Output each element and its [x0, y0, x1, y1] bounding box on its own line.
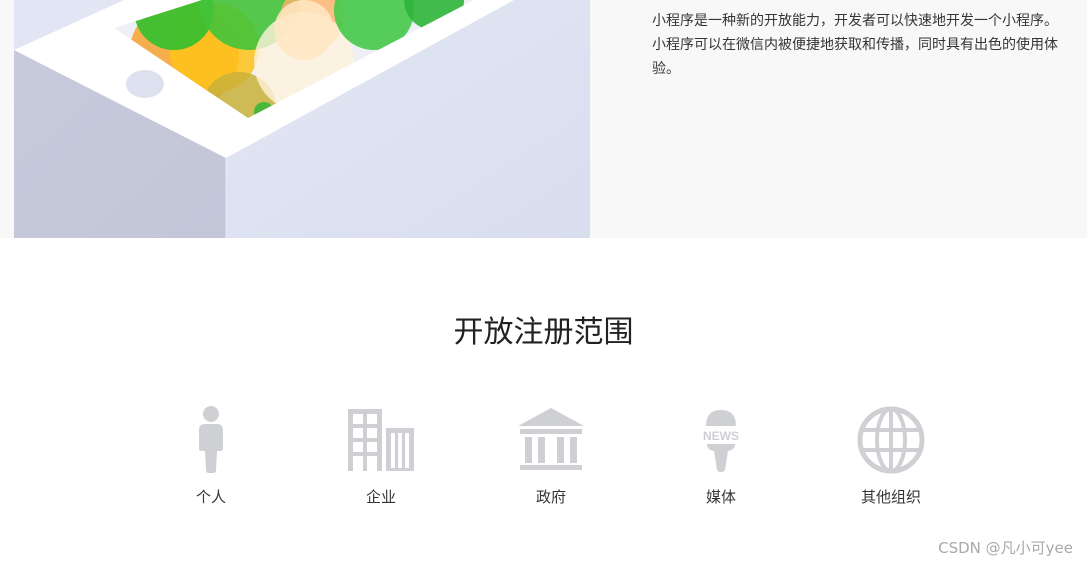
- scope-label-other-organizations: 其他组织: [860, 488, 921, 506]
- government-building-icon: [516, 404, 586, 474]
- mini-program-illustration: [14, 0, 590, 238]
- intro-band: 小程序是一种新的开放能力，开发者可以快速地开发一个小程序。小程序可以在微信内被便…: [0, 0, 1087, 238]
- scope-item-enterprise: 企业: [321, 404, 441, 514]
- csdn-watermark: CSDN @凡小可yee: [938, 539, 1073, 557]
- section-title: 开放注册范围: [453, 315, 634, 350]
- globe-icon: [856, 404, 926, 474]
- scope-item-individual: 个人: [151, 404, 271, 514]
- news-icon-text: NEWS: [703, 429, 739, 443]
- scope-item-media: NEWS 媒体: [661, 404, 781, 514]
- scope-item-government: 政府: [491, 404, 611, 514]
- scope-item-other-organizations: 其他组织: [831, 404, 951, 514]
- enterprise-building-icon: [346, 404, 416, 474]
- intro-description: 小程序是一种新的开放能力，开发者可以快速地开发一个小程序。小程序可以在微信内被便…: [652, 13, 1058, 77]
- news-microphone-icon: NEWS: [686, 404, 756, 474]
- scope-label-government: 政府: [535, 488, 566, 506]
- scope-label-media: 媒体: [705, 488, 736, 506]
- scope-label-enterprise: 企业: [365, 488, 396, 506]
- scope-label-individual: 个人: [195, 488, 226, 506]
- person-icon: [176, 404, 246, 474]
